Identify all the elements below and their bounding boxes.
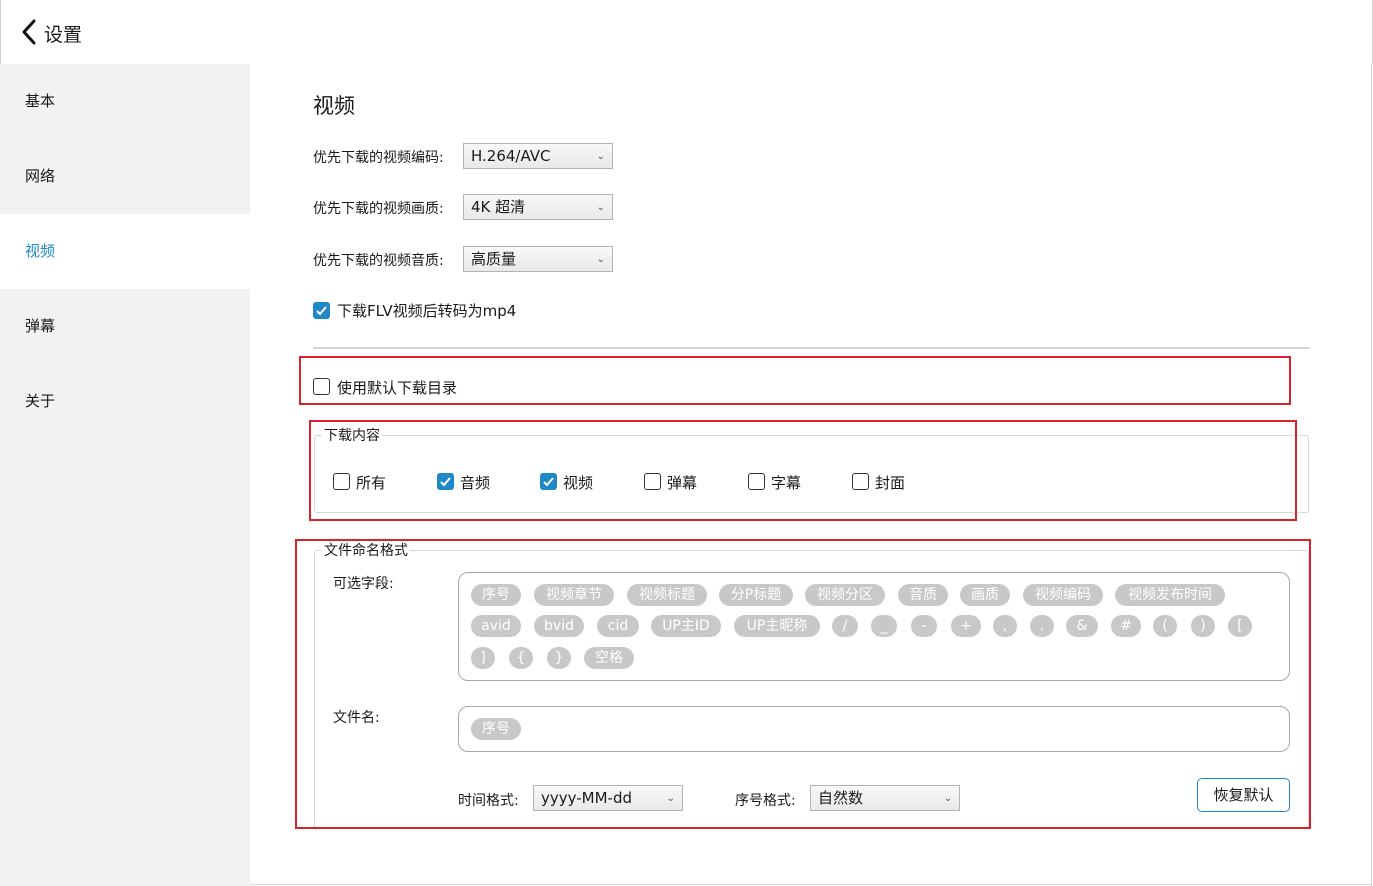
filename-label: 文件名: xyxy=(333,710,380,726)
audio-value: 高质量 xyxy=(471,250,517,268)
optional-fields-label: 可选字段: xyxy=(333,576,394,592)
content-subtitle-checkbox[interactable] xyxy=(748,473,765,490)
chevron-down-icon: ⌄ xyxy=(596,151,605,162)
field-tag[interactable]: _ xyxy=(871,615,897,637)
field-tag[interactable]: } xyxy=(547,647,571,669)
check-icon xyxy=(543,477,554,487)
field-tag[interactable]: cid xyxy=(597,615,639,637)
field-tag[interactable]: bvid xyxy=(534,615,584,637)
field-tag[interactable]: / xyxy=(832,615,858,637)
field-tag[interactable]: UP主昵称 xyxy=(734,615,820,637)
time-format-value: yyyy-MM-dd xyxy=(541,789,632,807)
field-tag[interactable]: { xyxy=(509,647,533,669)
field-tag[interactable]: ( xyxy=(1153,615,1177,637)
index-format-select[interactable]: 自然数 ⌄ xyxy=(810,785,960,811)
content-cover-label: 封面 xyxy=(875,474,906,492)
index-format-value: 自然数 xyxy=(818,789,864,807)
chevron-down-icon: ⌄ xyxy=(596,202,605,213)
content-danmaku-checkbox[interactable] xyxy=(644,473,661,490)
flv-to-mp4-label: 下载FLV视频后转码为mp4 xyxy=(337,302,517,320)
bottom-divider xyxy=(250,884,1372,885)
field-tag[interactable]: ] xyxy=(471,647,495,669)
chevron-down-icon: ⌄ xyxy=(596,254,605,265)
sidebar-item-about[interactable]: 关于 xyxy=(0,364,250,439)
time-format-label: 时间格式: xyxy=(458,793,519,809)
field-tag[interactable]: 视频标题 xyxy=(627,584,707,606)
field-tag[interactable]: & xyxy=(1066,615,1098,637)
codec-label: 优先下载的视频编码: xyxy=(313,150,444,166)
audio-label: 优先下载的视频音质: xyxy=(313,253,444,269)
chevron-down-icon: ⌄ xyxy=(943,793,952,804)
audio-select[interactable]: 高质量 ⌄ xyxy=(463,246,613,272)
content-all-label: 所有 xyxy=(356,474,387,492)
back-button[interactable] xyxy=(19,18,41,46)
field-tag[interactable]: , xyxy=(993,615,1017,637)
field-tag[interactable]: 序号 xyxy=(471,584,521,606)
flv-to-mp4-checkbox[interactable] xyxy=(313,302,330,319)
codec-select[interactable]: H.264/AVC ⌄ xyxy=(463,143,613,169)
content-video-checkbox[interactable] xyxy=(540,473,557,490)
page-title: 设置 xyxy=(44,24,83,46)
content-danmaku-label: 弹幕 xyxy=(667,474,698,492)
content-audio-checkbox[interactable] xyxy=(437,473,454,490)
field-tag[interactable]: # xyxy=(1111,615,1141,637)
window-border xyxy=(1371,64,1372,886)
field-tag[interactable]: - xyxy=(911,615,937,637)
title-bar: 设置 xyxy=(0,0,1373,64)
content-all-checkbox[interactable] xyxy=(333,473,350,490)
codec-value: H.264/AVC xyxy=(471,147,551,165)
file-naming-legend: 文件命名格式 xyxy=(322,540,410,560)
sidebar-item-basic[interactable]: 基本 xyxy=(0,64,250,139)
filename-tag[interactable]: 序号 xyxy=(471,718,521,740)
field-tag[interactable]: 画质 xyxy=(960,584,1010,606)
divider xyxy=(313,347,1310,349)
quality-select[interactable]: 4K 超清 ⌄ xyxy=(463,194,613,220)
field-tag[interactable]: 视频章节 xyxy=(534,584,614,606)
download-content-legend: 下载内容 xyxy=(322,425,382,445)
field-tag[interactable]: 空格 xyxy=(584,647,634,669)
restore-default-button[interactable]: 恢复默认 xyxy=(1197,778,1290,812)
content-video-label: 视频 xyxy=(563,474,594,492)
quality-value: 4K 超清 xyxy=(471,198,526,216)
field-tag[interactable]: UP主ID xyxy=(651,615,721,637)
field-tag[interactable]: 分P标题 xyxy=(719,584,793,606)
time-format-select[interactable]: yyyy-MM-dd ⌄ xyxy=(533,785,683,811)
section-title: 视频 xyxy=(313,94,355,118)
use-default-dir-label: 使用默认下载目录 xyxy=(337,379,458,397)
filename-box[interactable] xyxy=(458,706,1290,752)
field-tag[interactable]: . xyxy=(1030,615,1054,637)
field-tag[interactable]: 视频发布时间 xyxy=(1115,584,1225,606)
content-subtitle-label: 字幕 xyxy=(771,474,802,492)
field-tag[interactable]: 视频分区 xyxy=(805,584,885,606)
sidebar: 基本 网络 视频 弹幕 关于 xyxy=(0,64,250,886)
field-tag[interactable]: 视频编码 xyxy=(1023,584,1103,606)
quality-label: 优先下载的视频画质: xyxy=(313,201,444,217)
field-tag[interactable]: [ xyxy=(1228,615,1252,637)
use-default-dir-checkbox[interactable] xyxy=(313,378,330,395)
chevron-down-icon: ⌄ xyxy=(666,793,675,804)
content-audio-label: 音频 xyxy=(460,474,491,492)
sidebar-item-video[interactable]: 视频 xyxy=(0,214,250,289)
field-tag[interactable]: avid xyxy=(471,615,521,637)
content-cover-checkbox[interactable] xyxy=(852,473,869,490)
sidebar-item-network[interactable]: 网络 xyxy=(0,139,250,214)
check-icon xyxy=(440,477,451,487)
field-tag[interactable]: ) xyxy=(1191,615,1215,637)
field-tag[interactable]: 音质 xyxy=(898,584,948,606)
sidebar-item-danmaku[interactable]: 弹幕 xyxy=(0,289,250,364)
field-tag[interactable]: + xyxy=(951,615,981,637)
chevron-left-icon xyxy=(22,19,36,45)
check-icon xyxy=(316,306,327,316)
index-format-label: 序号格式: xyxy=(735,793,796,809)
